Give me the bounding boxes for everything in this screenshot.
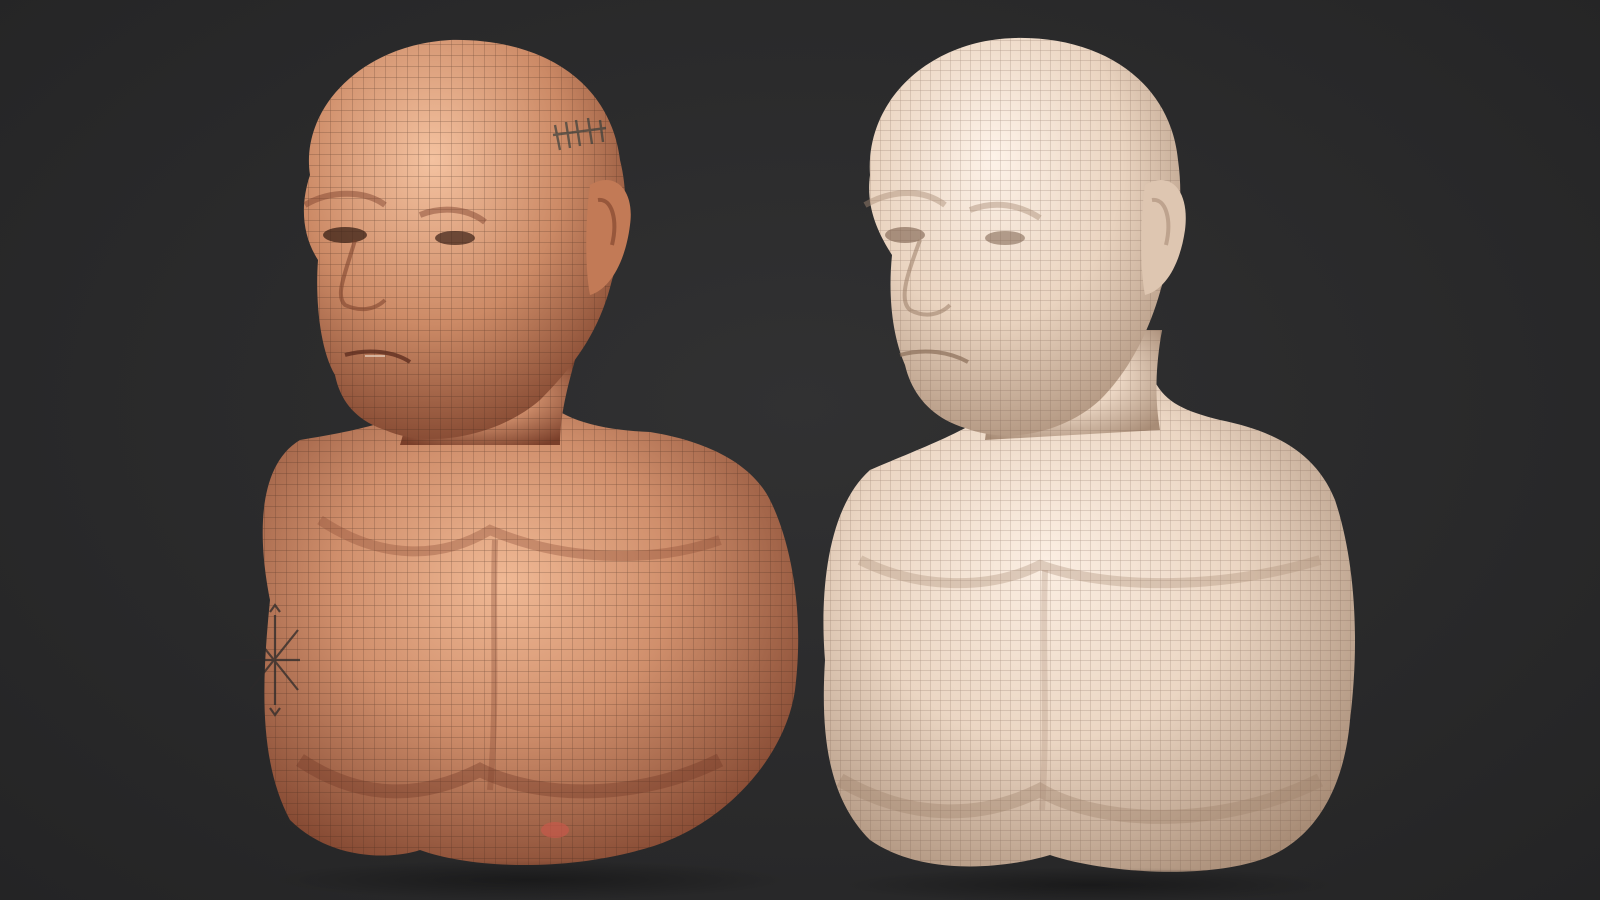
textured-bust-render <box>240 39 799 900</box>
clay-bust-render <box>823 37 1355 900</box>
render-viewport <box>0 0 1600 900</box>
textured-bust <box>0 0 800 900</box>
textured-head <box>303 39 631 439</box>
clay-torso <box>823 370 1355 872</box>
clay-bust <box>800 0 1600 900</box>
textured-torso <box>262 395 799 866</box>
